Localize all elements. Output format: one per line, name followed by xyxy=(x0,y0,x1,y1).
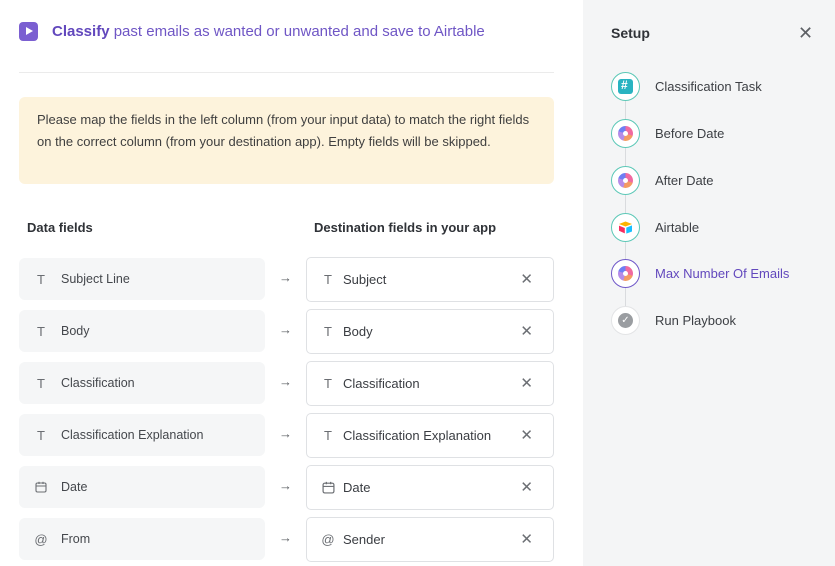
arrow-right-icon: → xyxy=(279,478,292,493)
source-field-label: Classification xyxy=(61,376,135,390)
step-status-ring xyxy=(611,72,640,101)
source-field-label: Classification Explanation xyxy=(61,428,204,442)
text-type-icon: T xyxy=(37,427,45,443)
mapping-row: T Body → T Body ✕ xyxy=(19,309,554,354)
step-status-ring xyxy=(611,166,640,195)
close-icon[interactable]: ✕ xyxy=(798,24,813,42)
text-type-icon: T xyxy=(37,375,45,391)
arrow-right-icon: → xyxy=(279,426,292,441)
destination-field[interactable]: T Body ✕ xyxy=(306,309,554,354)
mapping-row: @ From → @ Sender ✕ xyxy=(19,517,554,562)
calendar-icon xyxy=(321,481,335,495)
page-title: Classify past emails as wanted or unwant… xyxy=(52,23,485,40)
title-rest: past emails as wanted or unwanted and sa… xyxy=(109,23,485,40)
destination-field[interactable]: @ Sender ✕ xyxy=(306,517,554,562)
text-type-icon: T xyxy=(324,324,332,339)
at-sign-icon: @ xyxy=(34,531,48,547)
destination-field[interactable]: Date ✕ xyxy=(306,465,554,510)
destination-field[interactable]: T Classification ✕ xyxy=(306,361,554,406)
setup-step[interactable]: Before Date xyxy=(611,119,724,148)
play-icon xyxy=(19,22,38,41)
mapping-row: T Classification → T Classification ✕ xyxy=(19,361,554,406)
mapping-notice: Please map the fields in the left column… xyxy=(19,97,554,184)
at-sign-icon: @ xyxy=(321,532,335,547)
text-type-icon: T xyxy=(37,323,45,339)
data-fields-header: Data fields xyxy=(27,220,93,235)
destination-field[interactable]: T Classification Explanation ✕ xyxy=(306,413,554,458)
destination-field-label: Body xyxy=(343,324,373,339)
source-field[interactable]: T Subject Line xyxy=(19,258,265,300)
step-label: Before Date xyxy=(655,126,725,141)
step-status-ring xyxy=(611,259,640,288)
setup-step[interactable]: Max Number Of Emails xyxy=(611,259,789,288)
divider xyxy=(19,72,554,73)
step-status-ring xyxy=(611,213,640,242)
remove-mapping-icon[interactable]: ✕ xyxy=(520,428,533,443)
destination-field-label: Subject xyxy=(343,272,387,287)
setup-step[interactable]: Classification Task xyxy=(611,72,762,101)
main-panel: Classify past emails as wanted or unwant… xyxy=(0,0,583,566)
calendar-icon xyxy=(34,480,48,494)
text-type-icon: T xyxy=(324,376,332,391)
destination-field-label: Sender xyxy=(343,532,385,547)
source-field[interactable]: T Classification Explanation xyxy=(19,414,265,456)
color-blob-icon xyxy=(618,126,633,141)
arrow-right-icon: → xyxy=(279,530,292,545)
setup-step[interactable]: ✓ Run Playbook xyxy=(611,306,736,335)
source-field-label: Date xyxy=(61,480,88,494)
source-field[interactable]: T Classification xyxy=(19,362,265,404)
remove-mapping-icon[interactable]: ✕ xyxy=(520,480,533,495)
text-type-icon: T xyxy=(324,272,332,287)
step-label: After Date xyxy=(655,173,714,188)
destination-field[interactable]: T Subject ✕ xyxy=(306,257,554,302)
grid-app-icon xyxy=(618,78,633,94)
arrow-right-icon: → xyxy=(279,270,292,285)
source-field[interactable]: Date xyxy=(19,466,265,508)
airtable-icon xyxy=(619,221,632,234)
step-label: Run Playbook xyxy=(655,313,736,328)
arrow-right-icon: → xyxy=(279,374,292,389)
destination-fields-header: Destination fields in your app xyxy=(314,220,497,235)
mapping-row: Date → Date ✕ xyxy=(19,465,554,510)
setup-step[interactable]: After Date xyxy=(611,166,714,195)
source-field-label: From xyxy=(61,532,91,546)
source-field[interactable]: @ From xyxy=(19,518,265,560)
destination-field-label: Classification Explanation xyxy=(343,428,492,443)
check-circle-icon: ✓ xyxy=(618,313,633,328)
step-label: Max Number Of Emails xyxy=(655,266,790,281)
setup-sidebar: Setup ✕ Classification Task Before Date … xyxy=(583,0,835,566)
destination-field-label: Date xyxy=(343,480,371,495)
mapping-row: T Classification Explanation → T Classif… xyxy=(19,413,554,458)
remove-mapping-icon[interactable]: ✕ xyxy=(520,376,533,391)
remove-mapping-icon[interactable]: ✕ xyxy=(520,324,533,339)
mapping-row: T Subject Line → T Subject ✕ xyxy=(19,257,554,302)
remove-mapping-icon[interactable]: ✕ xyxy=(520,532,533,547)
setup-step[interactable]: Airtable xyxy=(611,213,699,242)
page-header: Classify past emails as wanted or unwant… xyxy=(19,22,485,41)
text-type-icon: T xyxy=(37,271,45,287)
color-blob-icon xyxy=(618,266,633,281)
destination-field-label: Classification xyxy=(343,376,420,391)
title-bold: Classify xyxy=(52,23,110,40)
source-field[interactable]: T Body xyxy=(19,310,265,352)
color-blob-icon xyxy=(618,173,633,188)
remove-mapping-icon[interactable]: ✕ xyxy=(520,272,533,287)
text-type-icon: T xyxy=(324,428,332,443)
arrow-right-icon: → xyxy=(279,322,292,337)
step-status-ring: ✓ xyxy=(611,306,640,335)
setup-title: Setup xyxy=(611,25,650,41)
source-field-label: Subject Line xyxy=(61,272,130,286)
step-label: Classification Task xyxy=(655,79,762,94)
step-status-ring xyxy=(611,119,640,148)
source-field-label: Body xyxy=(61,324,90,338)
step-label: Airtable xyxy=(655,220,700,235)
